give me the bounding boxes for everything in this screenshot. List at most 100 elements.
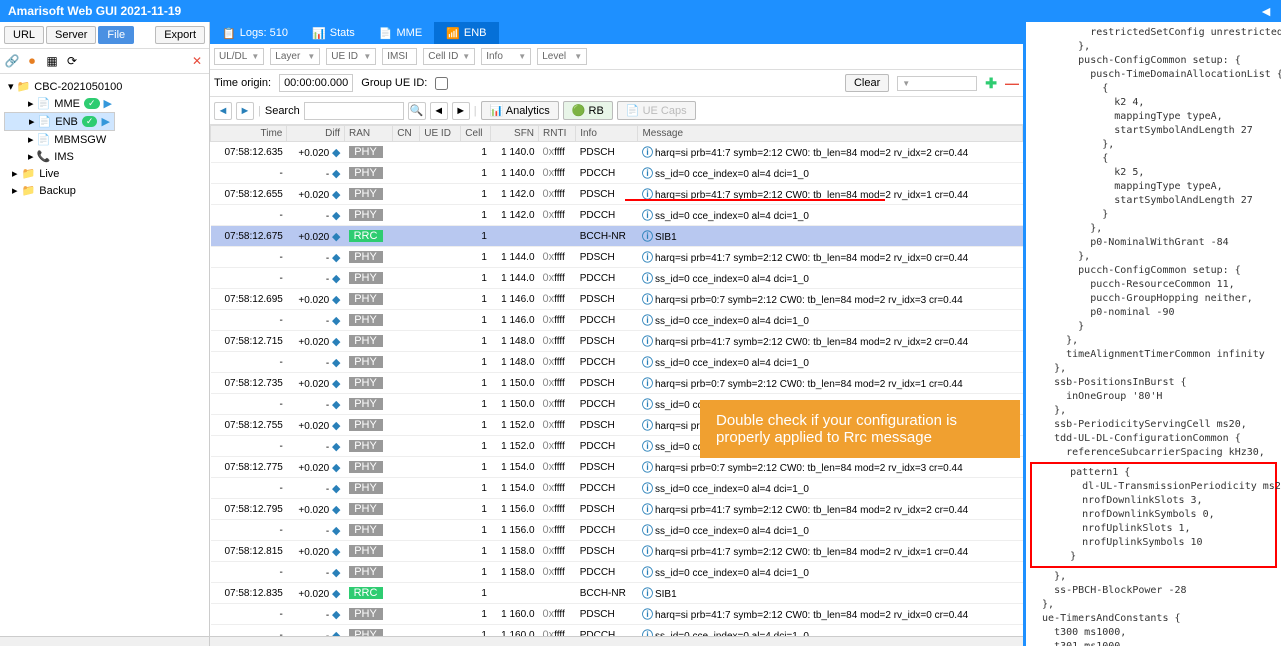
table-row[interactable]: -- ◆PHY11 156.00xffffPDCCHⓘss_id=0 cce_i… (211, 520, 1023, 541)
annotation-underline (625, 199, 885, 201)
file-button[interactable]: File (98, 26, 134, 44)
record-icon[interactable]: ⏺ (24, 53, 40, 69)
col-ueid[interactable]: UE ID (420, 126, 461, 142)
cell-rnti: 0xffff (539, 289, 576, 310)
table-row[interactable]: 07:58:12.755+0.020 ◆PHY11 152.00xffffPDS… (211, 415, 1023, 436)
nav-back-icon[interactable]: ◄ (214, 102, 232, 120)
tab-logs-510[interactable]: 📋 Logs: 510 (210, 22, 300, 44)
table-row[interactable]: -- ◆PHY11 160.00xffffPDSCHⓘharq=si prb=4… (211, 604, 1023, 625)
col-ran[interactable]: RAN (345, 126, 393, 142)
table-row[interactable]: 07:58:12.775+0.020 ◆PHY11 154.00xffffPDS… (211, 457, 1023, 478)
table-row[interactable]: 07:58:12.795+0.020 ◆PHY11 156.00xffffPDS… (211, 499, 1023, 520)
col-message[interactable]: Message (638, 126, 1023, 142)
table-row[interactable]: -- ◆PHY11 150.00xffffPDCCHⓘss_id=0 cce_i… (211, 394, 1023, 415)
table-row[interactable]: 07:58:12.715+0.020 ◆PHY11 148.00xffffPDS… (211, 331, 1023, 352)
play-icon[interactable]: ▶ (101, 115, 109, 128)
close-icon[interactable]: ✕ (189, 53, 205, 69)
table-row[interactable]: 07:58:12.695+0.020 ◆PHY11 146.00xffffPDS… (211, 289, 1023, 310)
tree-root-label: CBC-2021050100 (34, 81, 122, 93)
col-cell[interactable]: Cell (461, 126, 491, 142)
cell-cell: 1 (461, 142, 491, 163)
cell-message: ⓘss_id=0 cce_index=0 al=4 dci=1_0 (638, 352, 1023, 373)
binoculars-icon[interactable]: 🔍 (408, 102, 426, 120)
col-sfn[interactable]: SFN (491, 126, 539, 142)
search-input[interactable] (304, 102, 404, 120)
table-row[interactable]: 07:58:12.815+0.020 ◆PHY11 158.00xffffPDS… (211, 541, 1023, 562)
table-row[interactable]: -- ◆PHY11 158.00xffffPDCCHⓘss_id=0 cce_i… (211, 562, 1023, 583)
play-icon[interactable]: ▶ (104, 97, 112, 110)
left-scroll[interactable] (0, 636, 209, 646)
export-button[interactable]: Export (155, 26, 205, 44)
info-select[interactable]: Info▼ (481, 48, 531, 65)
layer-select[interactable]: Layer▼ (270, 48, 320, 65)
table-row[interactable]: -- ◆PHY11 146.00xffffPDCCHⓘss_id=0 cce_i… (211, 310, 1023, 331)
col-rnti[interactable]: RNTI (539, 126, 576, 142)
tree-folder-live[interactable]: ▸ 📁 Live (4, 165, 205, 182)
dir-icon: ◆ (332, 546, 340, 558)
ueid-select[interactable]: UE ID▼ (326, 48, 376, 65)
cell-cn (393, 184, 420, 205)
group-ue-checkbox[interactable] (435, 77, 448, 90)
tree-item-enb[interactable]: ▸ 📄 ENB ✓ ▶ (4, 112, 115, 131)
level-select[interactable]: Level▼ (537, 48, 587, 65)
tree-item-ims[interactable]: ▸ 📞 IMS (4, 148, 205, 165)
cell-ran: PHY (345, 478, 393, 499)
uecaps-button[interactable]: 📄 UE Caps (617, 101, 696, 120)
refresh-icon[interactable]: ⟳ (64, 53, 80, 69)
rb-button[interactable]: 🟢 RB (563, 101, 613, 120)
filter-bar: UL/DL▼ Layer▼ UE ID▼ IMSI Cell ID▼ Info▼… (210, 44, 1023, 70)
cell-time: 07:58:12.695 (211, 289, 287, 310)
col-time[interactable]: Time (211, 126, 287, 142)
tab-enb[interactable]: 📶 ENB (434, 22, 498, 44)
time-origin-input[interactable]: 00:00:00.000 (279, 74, 353, 92)
search-prev-icon[interactable]: ◄ (430, 102, 448, 120)
cell-time: - (211, 436, 287, 457)
server-button[interactable]: Server (46, 26, 96, 44)
tree-folder-backup[interactable]: ▸ 📁 Backup (4, 182, 205, 199)
table-row[interactable]: -- ◆PHY11 154.00xffffPDCCHⓘss_id=0 cce_i… (211, 478, 1023, 499)
dir-icon: ◆ (332, 483, 340, 495)
cell-time: 07:58:12.735 (211, 373, 287, 394)
clear-button[interactable]: Clear (845, 74, 889, 92)
table-row[interactable]: -- ◆PHY11 142.00xffffPDCCHⓘss_id=0 cce_i… (211, 205, 1023, 226)
table-row[interactable]: -- ◆PHY11 140.00xffffPDCCHⓘss_id=0 cce_i… (211, 163, 1023, 184)
col-cn[interactable]: CN (393, 126, 420, 142)
table-row[interactable]: -- ◆PHY11 144.00xffffPDSCHⓘharq=si prb=4… (211, 247, 1023, 268)
tree-item-label: MBMSGW (54, 134, 106, 146)
log-grid[interactable]: TimeDiffRANCNUE IDCellSFNRNTIInfoMessage… (210, 125, 1023, 636)
table-row[interactable]: -- ◆PHY11 152.00xffffPDCCHⓘss_id=0 cce_i… (211, 436, 1023, 457)
table-row[interactable]: 07:58:12.835+0.020 ◆RRC1BCCH-NRⓘSIB1 (211, 583, 1023, 604)
clear-select[interactable]: ▼ (897, 76, 977, 91)
table-row[interactable]: -- ◆PHY11 148.00xffffPDCCHⓘss_id=0 cce_i… (211, 352, 1023, 373)
cellid-select[interactable]: Cell ID▼ (423, 48, 475, 65)
imsi-select[interactable]: IMSI (382, 48, 417, 65)
add-icon[interactable]: ✚ (985, 75, 997, 92)
tree-root[interactable]: ▾ 📁 CBC-2021050100 (4, 78, 205, 95)
uldl-select[interactable]: UL/DL▼ (214, 48, 264, 65)
table-row[interactable]: -- ◆PHY11 144.00xffffPDCCHⓘss_id=0 cce_i… (211, 268, 1023, 289)
table-row[interactable]: 07:58:12.735+0.020 ◆PHY11 150.00xffffPDS… (211, 373, 1023, 394)
remove-icon[interactable]: — (1005, 75, 1019, 91)
cell-cn (393, 226, 420, 247)
table-row[interactable]: 07:58:12.675+0.020 ◆RRC1BCCH-NRⓘSIB1 (211, 226, 1023, 247)
tree-item-mbmsgw[interactable]: ▸ 📄 MBMSGW (4, 131, 205, 148)
cell-info: PDSCH (576, 457, 638, 478)
center-scroll[interactable] (210, 636, 1023, 646)
analytics-button[interactable]: 📊 Analytics (481, 101, 559, 120)
nav-fwd-icon[interactable]: ► (236, 102, 254, 120)
link-icon[interactable]: 🔗 (4, 53, 20, 69)
cell-cell: 1 (461, 457, 491, 478)
tab-mme[interactable]: 📄 MME (367, 22, 434, 44)
table-row[interactable]: 07:58:12.655+0.020 ◆PHY11 142.00xffffPDS… (211, 184, 1023, 205)
grid-icon[interactable]: ▦ (44, 53, 60, 69)
url-button[interactable]: URL (4, 26, 44, 44)
cell-info: PDSCH (576, 331, 638, 352)
tab-stats[interactable]: 📊 Stats (300, 22, 367, 44)
col-diff[interactable]: Diff (287, 126, 345, 142)
table-row[interactable]: 07:58:12.635+0.020 ◆PHY11 140.00xffffPDS… (211, 142, 1023, 163)
col-info[interactable]: Info (576, 126, 638, 142)
collapse-left-icon[interactable]: ◄ (1259, 3, 1273, 19)
table-row[interactable]: -- ◆PHY11 160.00xffffPDCCHⓘss_id=0 cce_i… (211, 625, 1023, 637)
search-next-icon[interactable]: ► (452, 102, 470, 120)
tree-item-mme[interactable]: ▸ 📄 MME ✓ ▶ (4, 95, 205, 112)
